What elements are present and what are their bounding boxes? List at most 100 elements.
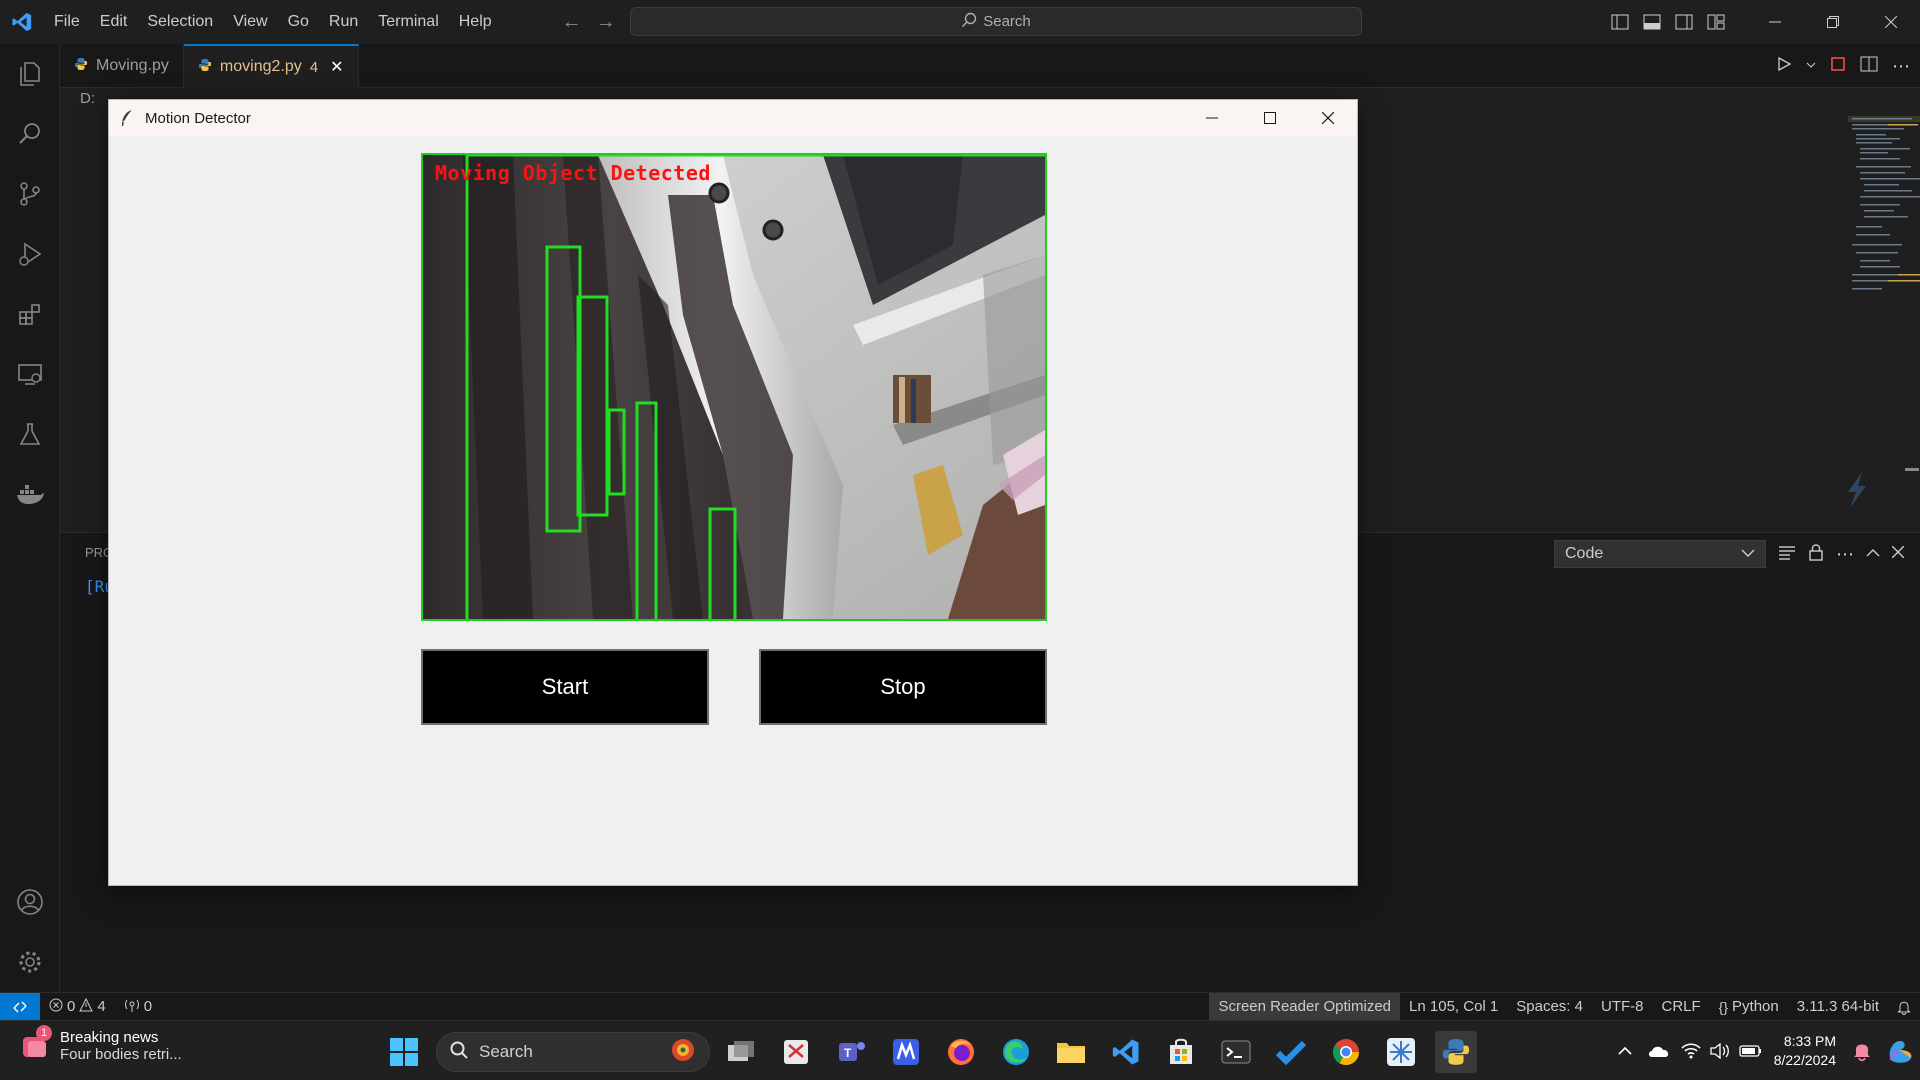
command-center-label: Search xyxy=(983,13,1031,30)
maximize-panel-chevron-up-icon[interactable] xyxy=(1866,545,1880,563)
weather-widget-icon: 1 xyxy=(20,1025,52,1061)
tab-label: Moving.py xyxy=(96,57,169,74)
firefox-icon[interactable] xyxy=(940,1031,982,1073)
python-interpreter[interactable]: 3.11.3 64-bit xyxy=(1788,993,1888,1021)
close-panel-icon[interactable] xyxy=(1891,545,1905,563)
toggle-secondary-sidebar-icon[interactable] xyxy=(1668,0,1700,44)
settings-gear-icon[interactable] xyxy=(0,932,60,992)
cursor-position[interactable]: Ln 105, Col 1 xyxy=(1400,993,1507,1021)
todo-check-icon[interactable] xyxy=(1270,1031,1312,1073)
encoding-status[interactable]: UTF-8 xyxy=(1592,993,1653,1021)
maximize-icon[interactable] xyxy=(1241,100,1299,136)
split-editor-icon[interactable] xyxy=(1860,56,1878,77)
accounts-icon[interactable] xyxy=(0,872,60,932)
window-title-bar[interactable]: Motion Detector xyxy=(109,100,1357,136)
breadcrumb[interactable]: D: xyxy=(80,90,95,107)
toggle-primary-sidebar-icon[interactable] xyxy=(1604,0,1636,44)
motion-box xyxy=(708,507,737,619)
teams-icon[interactable]: T xyxy=(830,1031,872,1073)
ports-status[interactable]: 0 xyxy=(115,993,161,1021)
command-center-search[interactable]: Search xyxy=(630,7,1362,36)
toggle-panel-icon[interactable] xyxy=(1636,0,1668,44)
tab-moving-py[interactable]: Moving.py xyxy=(60,44,184,88)
menu-selection[interactable]: Selection xyxy=(137,0,223,44)
output-channel-select[interactable]: Code xyxy=(1554,540,1766,568)
start-button[interactable]: Start xyxy=(421,649,709,725)
math-app-icon[interactable] xyxy=(885,1031,927,1073)
clock[interactable]: 8:33 PM 8/22/2024 xyxy=(1766,1032,1844,1070)
stop-icon[interactable] xyxy=(1830,56,1846,77)
explorer-icon[interactable] xyxy=(0,44,60,104)
close-icon[interactable] xyxy=(1299,100,1357,136)
run-debug-icon[interactable] xyxy=(0,224,60,284)
problems-status[interactable]: 0 4 xyxy=(40,993,115,1021)
tab-moving2-py[interactable]: moving2.py 4 ✕ xyxy=(183,44,359,88)
run-python-file-icon[interactable] xyxy=(1776,56,1792,77)
chevron-down-icon[interactable] xyxy=(1806,57,1816,75)
onedrive-cloud-icon[interactable] xyxy=(1642,1030,1676,1072)
python-tk-taskbar-icon[interactable] xyxy=(1435,1031,1477,1073)
menu-help[interactable]: Help xyxy=(449,0,502,44)
copilot-taskbar-icon[interactable] xyxy=(1880,1030,1920,1072)
back-arrow-icon[interactable]: ← xyxy=(562,11,582,34)
source-control-icon[interactable] xyxy=(0,164,60,224)
screen-reader-status[interactable]: Screen Reader Optimized xyxy=(1209,992,1401,1021)
chrome-icon[interactable] xyxy=(1325,1031,1367,1073)
menu-run[interactable]: Run xyxy=(319,0,368,44)
restore-icon[interactable] xyxy=(1804,0,1862,44)
window-title: Motion Detector xyxy=(145,109,251,127)
notification-bell-icon[interactable] xyxy=(1844,1030,1880,1072)
clear-output-icon[interactable] xyxy=(1778,544,1796,565)
taskbar-search-label: Search xyxy=(479,1042,533,1061)
menu-go[interactable]: Go xyxy=(278,0,319,44)
system-tray: 8:33 PM 8/22/2024 xyxy=(1608,1021,1920,1080)
stop-button[interactable]: Stop xyxy=(759,649,1047,725)
taskbar-search[interactable]: Search xyxy=(436,1032,710,1072)
news-widget[interactable]: 1 Breaking news Four bodies retri... xyxy=(20,1025,182,1063)
indentation-status[interactable]: Spaces: 4 xyxy=(1507,993,1592,1021)
testing-flask-icon[interactable] xyxy=(0,404,60,464)
vscode-taskbar-icon[interactable] xyxy=(1105,1031,1147,1073)
search-icon[interactable] xyxy=(0,104,60,164)
clock-time: 8:33 PM xyxy=(1783,1033,1836,1049)
lock-icon[interactable] xyxy=(1808,543,1824,566)
menu-file[interactable]: File xyxy=(44,0,90,44)
forward-arrow-icon[interactable]: → xyxy=(596,11,616,34)
customize-layout-icon[interactable] xyxy=(1700,0,1732,44)
edge-icon[interactable] xyxy=(995,1031,1037,1073)
minimize-icon[interactable] xyxy=(1746,0,1804,44)
remote-indicator-icon[interactable] xyxy=(0,992,40,1021)
extensions-icon[interactable] xyxy=(0,284,60,344)
editor-tabs: Moving.py moving2.py 4 ✕ ⋯ xyxy=(60,44,1920,88)
notifications-bell-icon[interactable] xyxy=(1888,993,1920,1021)
more-actions-icon[interactable]: ⋯ xyxy=(1892,56,1910,77)
eol-status[interactable]: CRLF xyxy=(1652,993,1709,1021)
svg-text:T: T xyxy=(844,1046,852,1060)
snipping-tool-icon[interactable] xyxy=(775,1031,817,1073)
docker-icon[interactable] xyxy=(0,464,60,524)
warning-icon xyxy=(79,997,94,1016)
file-explorer-icon[interactable] xyxy=(1050,1031,1092,1073)
copilot-icon[interactable] xyxy=(1840,470,1872,510)
motion-box xyxy=(545,245,582,533)
minimap[interactable] xyxy=(1848,116,1920,336)
language-mode[interactable]: {} Python xyxy=(1710,993,1788,1021)
snowflake-app-icon[interactable] xyxy=(1380,1031,1422,1073)
show-hidden-icons-chevron-up-icon[interactable] xyxy=(1608,1030,1642,1072)
terminal-icon[interactable] xyxy=(1215,1031,1257,1073)
wifi-icon[interactable] xyxy=(1676,1030,1706,1072)
tk-feather-icon xyxy=(109,100,145,136)
task-view-icon[interactable] xyxy=(720,1031,762,1073)
menu-terminal[interactable]: Terminal xyxy=(368,0,448,44)
menu-view[interactable]: View xyxy=(223,0,277,44)
windows-start-icon[interactable] xyxy=(383,1031,425,1073)
close-icon[interactable] xyxy=(1862,0,1920,44)
tab-close-icon[interactable]: ✕ xyxy=(330,57,343,77)
remote-explorer-icon[interactable] xyxy=(0,344,60,404)
menu-edit[interactable]: Edit xyxy=(90,0,138,44)
microsoft-store-icon[interactable] xyxy=(1160,1031,1202,1073)
minimize-icon[interactable] xyxy=(1183,100,1241,136)
battery-icon[interactable] xyxy=(1736,1030,1766,1072)
volume-icon[interactable] xyxy=(1706,1030,1736,1072)
more-actions-icon[interactable]: ⋯ xyxy=(1836,544,1854,565)
